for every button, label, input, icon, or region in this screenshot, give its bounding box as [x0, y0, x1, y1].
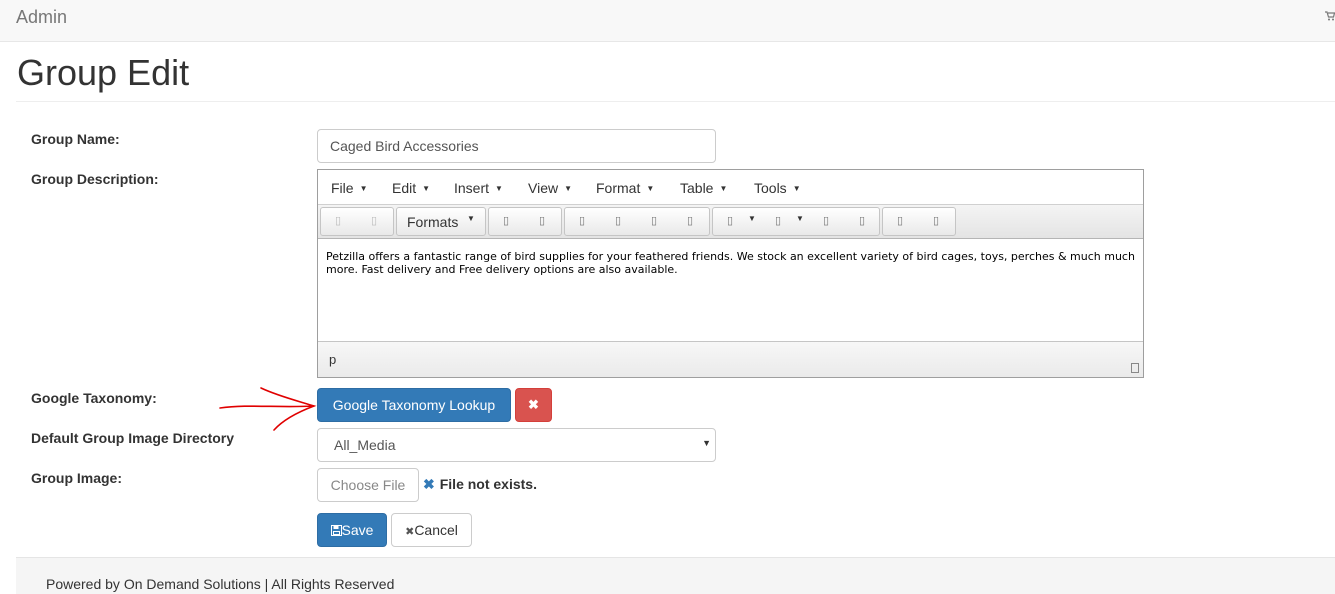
floppy-disk-icon [330, 525, 342, 536]
brand-link[interactable]: Admin [16, 7, 67, 28]
editor-toolbar: ▯ ▯ Formats ▼ ▯ ▯ ▯ ▯ ▯ ▯ ▯ ▼ ▯ ▼ ▯ ▯ ▯ … [318, 205, 1143, 239]
indent-icon[interactable]: ▯ [854, 213, 870, 229]
footer-text: Powered by On Demand Solutions | All Rig… [46, 576, 395, 592]
alignment-group: ▯ ▯ ▯ ▯ [564, 207, 710, 236]
menu-table[interactable]: Table ▼ [680, 180, 727, 196]
caret-down-icon: ▼ [422, 184, 431, 193]
menu-view[interactable]: View ▼ [528, 180, 572, 196]
group-description-label: Group Description: [31, 171, 159, 187]
undo-icon[interactable]: ▯ [330, 213, 346, 229]
align-justify-icon[interactable]: ▯ [682, 213, 698, 229]
cart-icon[interactable] [1325, 10, 1335, 24]
element-path[interactable]: p [329, 352, 336, 367]
caret-down-icon: ▼ [646, 184, 655, 193]
google-taxonomy-label: Google Taxonomy: [31, 390, 157, 406]
caret-down-icon: ▼ [495, 184, 503, 193]
close-icon: ✖ [405, 526, 415, 538]
cancel-button[interactable]: ✖Cancel [391, 513, 472, 547]
caret-down-icon: ▼ [719, 184, 728, 193]
image-icon[interactable]: ▯ [928, 213, 944, 229]
google-taxonomy-lookup-button[interactable]: Google Taxonomy Lookup [317, 388, 511, 422]
image-directory-label: Default Group Image Directory [31, 430, 235, 446]
caret-down-icon: ▼ [359, 184, 368, 193]
outdent-icon[interactable]: ▯ [818, 213, 834, 229]
menu-insert[interactable]: Insert ▼ [454, 180, 503, 196]
chevron-down-icon: ▼ [702, 438, 711, 448]
bullet-list-icon[interactable]: ▯ [722, 213, 738, 229]
caret-down-icon: ▼ [467, 214, 475, 223]
menu-edit[interactable]: Edit ▼ [392, 180, 430, 196]
text-style-group: ▯ ▯ [488, 207, 562, 236]
image-directory-select[interactable]: All_Media ▼ [317, 428, 716, 462]
page-footer: Powered by On Demand Solutions | All Rig… [16, 557, 1335, 594]
formats-dropdown[interactable]: Formats ▼ [396, 207, 486, 236]
file-status: ✖ File not exists. [423, 476, 537, 492]
group-image-label: Group Image: [31, 470, 123, 486]
caret-down-icon: ▼ [792, 184, 801, 193]
redo-icon[interactable]: ▯ [366, 213, 382, 229]
close-icon: ✖ [423, 476, 435, 492]
insert-group: ▯ ▯ [882, 207, 956, 236]
page-title: Group Edit [17, 52, 190, 93]
description-editor: File ▼ Edit ▼ Insert ▼ View ▼ Format ▼ Table ▼… [317, 169, 1144, 378]
align-left-icon[interactable]: ▯ [574, 213, 590, 229]
resize-handle-icon[interactable] [1131, 363, 1139, 373]
close-icon: ✖ [528, 397, 539, 412]
menu-format[interactable]: Format ▼ [596, 180, 654, 196]
bold-icon[interactable]: ▯ [498, 213, 514, 229]
align-center-icon[interactable]: ▯ [610, 213, 626, 229]
caret-down-icon[interactable]: ▼ [748, 214, 756, 223]
select-value: All_Media [334, 437, 396, 453]
editor-content-area[interactable]: Petzilla offers a fantastic range of bir… [318, 239, 1143, 341]
align-right-icon[interactable]: ▯ [646, 213, 662, 229]
editor-statusbar: p [318, 341, 1143, 377]
formats-label: Formats [407, 214, 459, 230]
link-icon[interactable]: ▯ [892, 213, 908, 229]
list-group: ▯ ▼ ▯ ▼ ▯ ▯ [712, 207, 880, 236]
numbered-list-icon[interactable]: ▯ [770, 213, 786, 229]
group-name-input[interactable] [317, 129, 716, 163]
red-arrow-annotation [219, 387, 317, 431]
caret-down-icon: ▼ [564, 184, 573, 193]
title-divider [16, 101, 1335, 102]
editor-menubar: File ▼ Edit ▼ Insert ▼ View ▼ Format ▼ Table ▼… [318, 170, 1143, 205]
menu-tools[interactable]: Tools ▼ [754, 180, 801, 196]
caret-down-icon[interactable]: ▼ [796, 214, 804, 223]
choose-file-button[interactable]: Choose File [317, 468, 419, 502]
menu-file[interactable]: File ▼ [331, 180, 367, 196]
clear-taxonomy-button[interactable]: ✖ [515, 388, 552, 422]
save-button[interactable]: Save [317, 513, 387, 547]
group-name-label: Group Name: [31, 131, 120, 147]
history-group: ▯ ▯ [320, 207, 394, 236]
top-navbar: Admin [0, 0, 1335, 42]
italic-icon[interactable]: ▯ [534, 213, 550, 229]
